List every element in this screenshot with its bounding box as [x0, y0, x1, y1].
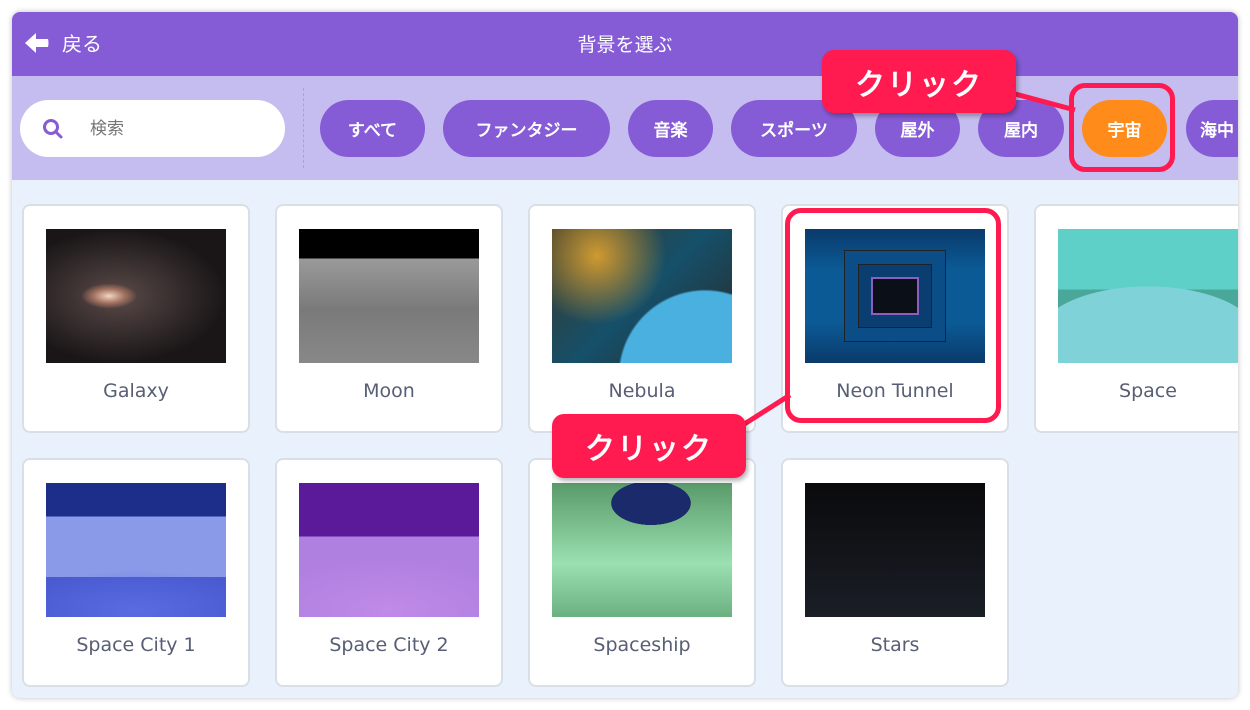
highlight-neon-tunnel [785, 208, 1001, 423]
annotation-connectors [733, 87, 1076, 433]
annotation-callout: クリック [822, 50, 1016, 113]
highlight-space-category [1069, 83, 1175, 172]
annotation-callout: クリック [552, 414, 746, 478]
